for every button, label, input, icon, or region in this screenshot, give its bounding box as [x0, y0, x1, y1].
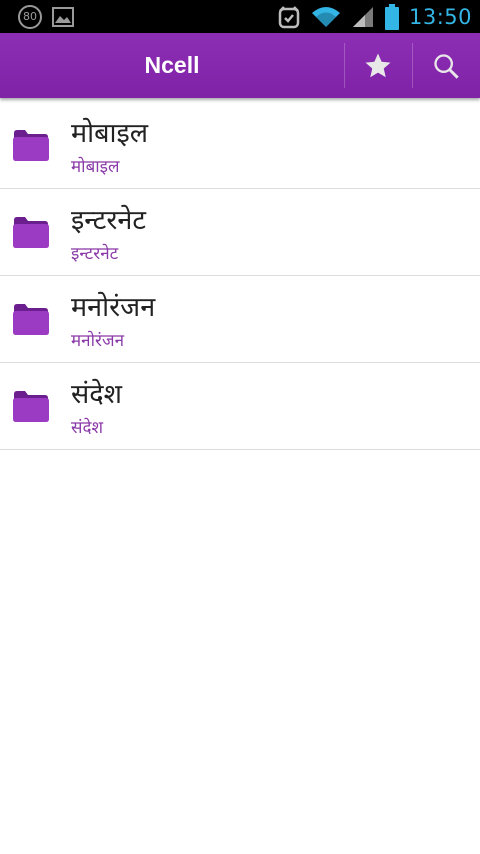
- battery-icon: [384, 4, 399, 30]
- signal-icon: [352, 7, 373, 27]
- search-icon: [434, 53, 459, 79]
- folder-icon: [13, 391, 49, 422]
- notification-badge: 80: [18, 5, 42, 29]
- item-subtitle: इन्टरनेट: [71, 244, 119, 264]
- search-button[interactable]: [413, 33, 479, 98]
- category-list: मोबाइल मोबाइल इन्टरनेट इन्टरनेट मनोरंजन …: [0, 102, 480, 450]
- status-bar-notifications: 80: [18, 5, 74, 29]
- list-item[interactable]: संदेश संदेश: [0, 363, 480, 450]
- item-title: संदेश: [71, 379, 122, 410]
- folder-icon: [13, 130, 49, 161]
- item-subtitle: मनोरंजन: [71, 331, 125, 351]
- status-bar-system: 13:50: [277, 3, 472, 31]
- favorites-button[interactable]: [345, 33, 411, 98]
- item-subtitle: मोबाइल: [71, 157, 120, 177]
- item-title: मनोरंजन: [71, 292, 156, 323]
- item-title: इन्टरनेट: [71, 205, 146, 236]
- folder-icon: [13, 217, 49, 248]
- list-item[interactable]: मोबाइल मोबाइल: [0, 102, 480, 189]
- action-bar: Ncell: [0, 33, 480, 98]
- status-bar: 80 13:50: [0, 0, 480, 33]
- folder-icon: [13, 304, 49, 335]
- wifi-icon: [311, 7, 340, 27]
- gallery-icon: [52, 7, 74, 27]
- alarm-icon: [278, 6, 300, 29]
- item-subtitle: संदेश: [71, 418, 104, 438]
- app-title: Ncell: [144, 52, 200, 78]
- item-title: मोबाइल: [71, 118, 149, 149]
- clock: 13:50: [408, 5, 472, 29]
- list-item[interactable]: इन्टरनेट इन्टरनेट: [0, 189, 480, 276]
- star-icon: [365, 53, 391, 77]
- list-item[interactable]: मनोरंजन मनोरंजन: [0, 276, 480, 363]
